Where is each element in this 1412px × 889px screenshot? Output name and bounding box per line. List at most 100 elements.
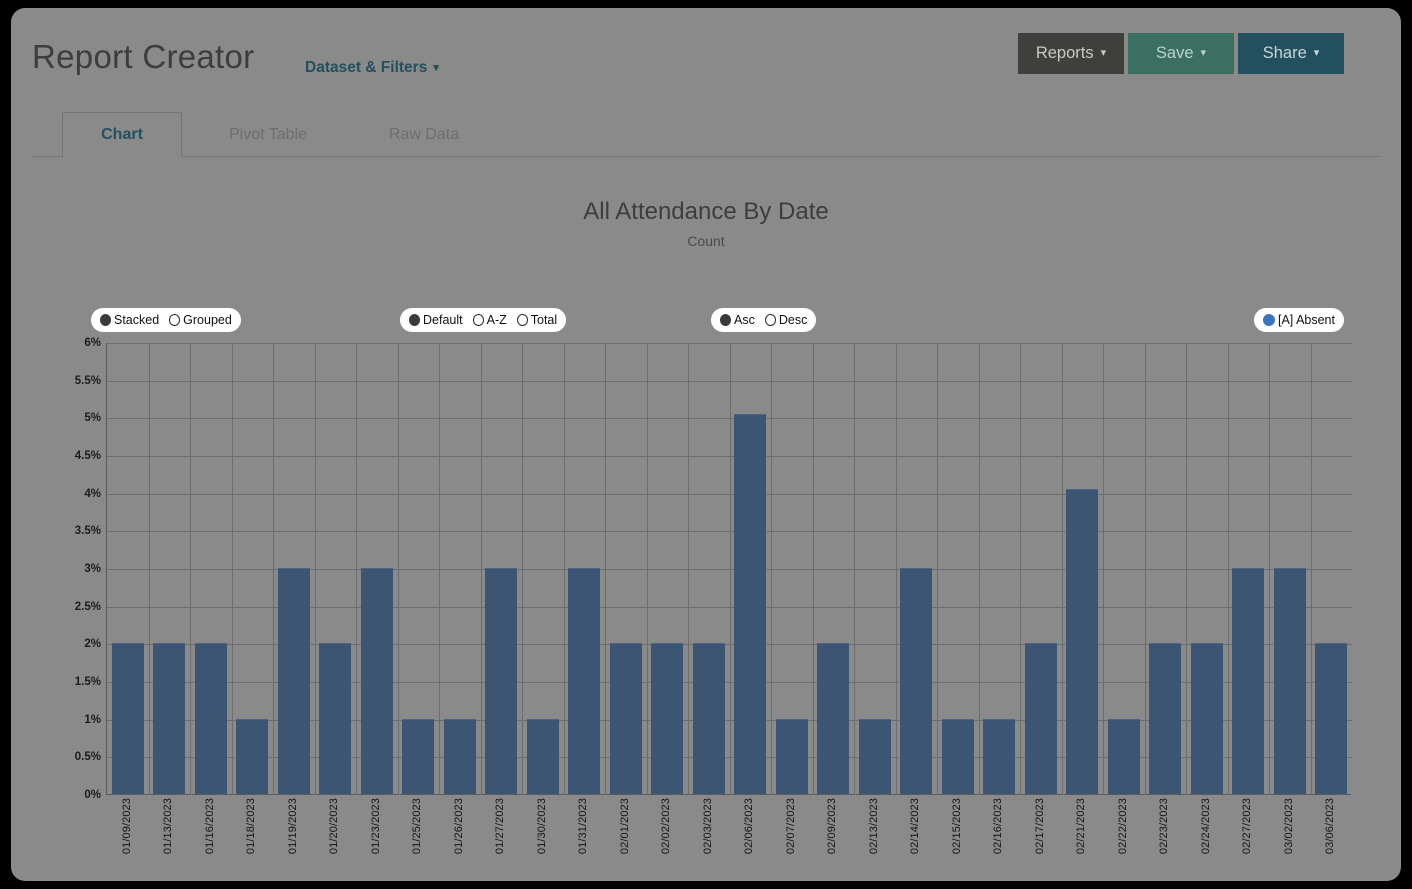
stacking-mode-toggle[interactable]: Stacked Grouped bbox=[91, 308, 241, 332]
y-axis-tick-label: 4% bbox=[84, 487, 101, 500]
bar[interactable] bbox=[775, 718, 808, 794]
bar[interactable] bbox=[734, 413, 767, 794]
x-axis-tick-label: 02/03/2023 bbox=[701, 798, 714, 855]
x-axis-tick-label: 02/09/2023 bbox=[826, 798, 839, 855]
share-button[interactable]: Share ▾ bbox=[1238, 33, 1344, 74]
x-axis-tick-label: 03/02/2023 bbox=[1282, 798, 1295, 855]
y-axis-tick-label: 3% bbox=[84, 563, 101, 575]
gridline-vertical bbox=[1103, 343, 1104, 795]
sort-mode-toggle[interactable]: Default A-Z Total bbox=[400, 308, 567, 332]
bar[interactable] bbox=[1066, 488, 1099, 794]
bar[interactable] bbox=[651, 643, 684, 794]
chevron-down-icon: ▾ bbox=[1100, 47, 1107, 59]
bar[interactable] bbox=[1149, 643, 1182, 794]
gridline-vertical bbox=[895, 343, 897, 795]
option-default[interactable]: Default bbox=[409, 313, 463, 327]
bar[interactable] bbox=[692, 643, 725, 794]
bar[interactable] bbox=[319, 643, 352, 794]
option-total[interactable]: Total bbox=[516, 313, 557, 327]
bar[interactable] bbox=[1107, 718, 1140, 794]
dataset-and-filters-menu[interactable]: Dataset & Filters ▾ bbox=[305, 59, 439, 77]
gridline-vertical bbox=[1310, 343, 1312, 795]
x-axis-tick-label: 02/07/2023 bbox=[784, 798, 797, 855]
bar[interactable] bbox=[817, 643, 850, 794]
x-axis-tick-label: 01/30/2023 bbox=[535, 798, 548, 855]
bar[interactable] bbox=[568, 568, 601, 794]
bar[interactable] bbox=[983, 718, 1016, 794]
report-creator-app: Report Creator Dataset & Filters ▾ Repor… bbox=[11, 8, 1401, 881]
gridline-vertical bbox=[439, 343, 440, 795]
chart-legend[interactable]: [A] Absent bbox=[1254, 308, 1344, 332]
screenshot-root: Report Creator Dataset & Filters ▾ Repor… bbox=[0, 0, 1412, 889]
x-axis-tick-label: 03/06/2023 bbox=[1324, 798, 1337, 855]
gridline-vertical bbox=[854, 343, 855, 795]
reports-button[interactable]: Reports ▾ bbox=[1018, 33, 1124, 74]
bar[interactable] bbox=[526, 718, 559, 794]
tab-chart[interactable]: Chart bbox=[62, 112, 182, 158]
bar[interactable] bbox=[194, 643, 227, 794]
bar[interactable] bbox=[1273, 568, 1306, 794]
sort-direction-toggle[interactable]: Asc Desc bbox=[711, 308, 817, 332]
option-grouped[interactable]: Grouped bbox=[169, 313, 232, 327]
gridline-vertical bbox=[1227, 343, 1229, 795]
option-a-z[interactable]: A-Z bbox=[472, 313, 507, 327]
x-axis-tick-label: 02/02/2023 bbox=[660, 798, 673, 855]
tab-chart-label: Chart bbox=[101, 126, 143, 143]
bar[interactable] bbox=[858, 718, 891, 794]
tab-pivot-table[interactable]: Pivot Table bbox=[208, 112, 328, 158]
save-button[interactable]: Save ▾ bbox=[1128, 33, 1234, 74]
gridline-vertical bbox=[1061, 343, 1063, 795]
tab-bar: Chart Pivot Table Raw Data bbox=[11, 112, 1401, 158]
bar[interactable] bbox=[1024, 643, 1057, 794]
y-axis-tick-label: 5% bbox=[84, 412, 101, 425]
legend-item-absent-label: [A] Absent bbox=[1278, 313, 1335, 327]
bar[interactable] bbox=[277, 568, 310, 794]
option-asc[interactable]: Asc bbox=[720, 313, 755, 327]
bar[interactable] bbox=[111, 643, 144, 794]
x-axis-tick-label: 01/26/2023 bbox=[452, 798, 465, 855]
bar[interactable] bbox=[153, 643, 186, 794]
bar[interactable] bbox=[443, 718, 476, 794]
x-axis-tick-label: 02/24/2023 bbox=[1199, 798, 1212, 855]
gridline-vertical bbox=[646, 343, 648, 795]
option-desc-label: Desc bbox=[778, 313, 808, 327]
bar[interactable] bbox=[609, 643, 642, 794]
gridline-vertical bbox=[1186, 343, 1187, 795]
x-axis: 01/09/2023 01/13/2023 01/16/2023 01/18/2023… bbox=[106, 798, 1351, 878]
radio-unselected-icon bbox=[764, 314, 776, 326]
tab-raw-data[interactable]: Raw Data bbox=[369, 112, 479, 158]
bar[interactable] bbox=[1190, 643, 1223, 794]
gridline-vertical bbox=[937, 343, 938, 795]
bar[interactable] bbox=[236, 718, 269, 794]
gridline-vertical bbox=[978, 343, 980, 795]
reports-button-label: Reports bbox=[1035, 44, 1094, 62]
gridline-vertical bbox=[563, 343, 565, 795]
chevron-down-icon: ▾ bbox=[1200, 47, 1207, 59]
x-axis-tick-label: 02/16/2023 bbox=[992, 798, 1005, 855]
bar[interactable] bbox=[1315, 643, 1348, 794]
chart-subtitle: Count bbox=[687, 233, 725, 249]
gridline-vertical bbox=[771, 343, 772, 795]
x-axis-tick-label: 02/27/2023 bbox=[1241, 798, 1254, 855]
bar[interactable] bbox=[941, 718, 974, 794]
gridline-vertical bbox=[190, 343, 191, 795]
legend-item-absent[interactable]: [A] Absent bbox=[1263, 313, 1335, 327]
gridline-vertical bbox=[273, 343, 274, 795]
y-axis-tick-label: 0.5% bbox=[74, 751, 101, 764]
bar[interactable] bbox=[485, 568, 518, 794]
radio-selected-icon bbox=[100, 314, 111, 326]
gridline-vertical bbox=[356, 343, 357, 795]
radio-selected-icon bbox=[720, 314, 731, 326]
radio-unselected-icon bbox=[472, 314, 484, 326]
option-desc[interactable]: Desc bbox=[764, 313, 808, 327]
bar[interactable] bbox=[900, 568, 933, 794]
gridline-vertical bbox=[688, 343, 689, 795]
x-axis-tick-label: 01/16/2023 bbox=[203, 798, 216, 855]
bar[interactable] bbox=[1232, 568, 1265, 794]
option-stacked[interactable]: Stacked bbox=[100, 313, 159, 327]
radio-unselected-icon bbox=[169, 314, 181, 326]
y-axis-tick-label: 6% bbox=[84, 337, 101, 349]
bar[interactable] bbox=[360, 568, 393, 794]
radio-unselected-icon bbox=[516, 314, 528, 326]
bar[interactable] bbox=[402, 718, 435, 794]
